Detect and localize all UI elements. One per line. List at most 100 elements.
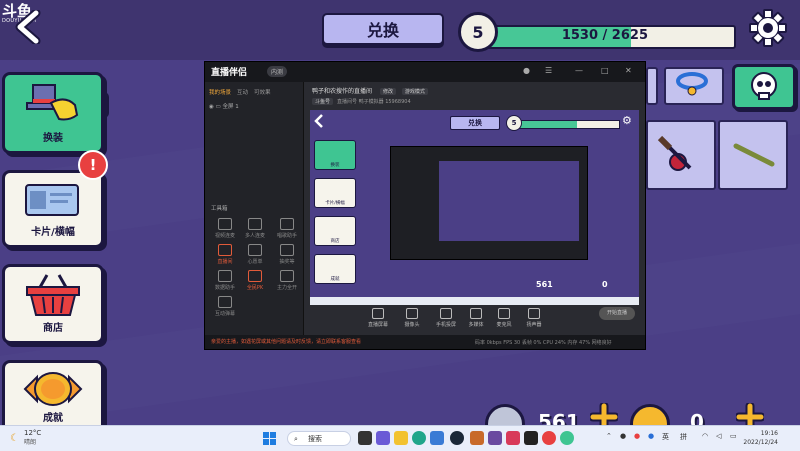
control-label: 摄像头 [404, 322, 420, 328]
game-app-icon[interactable] [470, 431, 484, 445]
top-hat-glove-icon [26, 84, 79, 121]
tool-item[interactable]: 主力全开 [273, 270, 301, 291]
stream-title-row: 鸭子和农搜作的直播间 修改 游戏模式 [312, 86, 432, 95]
tool-item[interactable]: 全民PK [241, 270, 269, 291]
tool-label: 多人连麦 [244, 233, 265, 239]
task-view-icon[interactable] [358, 431, 372, 445]
app-statusbar: 亲爱的主播，如遇花屏或其他问题请及时反馈，请立即联系客服查看 码率 0kbps … [205, 335, 645, 349]
collar-icon [676, 72, 708, 96]
clock-date: 2022/12/24 [743, 439, 778, 446]
windows-taskbar: ☾ 12°C 晴朗 ⌕ 搜索 ⌃ ● ● ● 英 拼 ◠ ◁ ▭ 19:16 2… [0, 425, 800, 451]
preview-silver-count: 561 [536, 280, 553, 289]
chat-icon[interactable] [376, 431, 390, 445]
search-label: 搜索 [308, 435, 322, 443]
tab-scenes[interactable]: 我的场景 [209, 88, 231, 96]
edge-icon[interactable] [412, 431, 426, 445]
exchange-button[interactable]: 兑换 [322, 13, 444, 45]
app-icon[interactable] [560, 431, 574, 445]
wifi-icon[interactable]: ◠ [702, 432, 708, 440]
tool-item[interactable]: 互动弹幕 [211, 296, 239, 317]
moon-icon: ☾ [10, 433, 19, 444]
tool-icon [280, 244, 294, 256]
back-arrow-icon [314, 114, 323, 128]
taskbar-clock[interactable]: 19:16 2022/12/24 [743, 429, 778, 447]
go-live-button[interactable]: 开始直播 [599, 307, 635, 320]
category-card-banner[interactable]: 卡片/横幅 [2, 170, 104, 248]
tab-interact[interactable]: 互动 [237, 88, 248, 96]
streaming-app-window: 直播伴侣 内测 ● ☰ — □ ✕ 我的场景 互动 可效果 ◉ ▭ 全屏 1 工… [204, 61, 646, 350]
item-slot[interactable] [664, 67, 724, 105]
knife-apple-icon [657, 135, 692, 171]
ime-indicator[interactable]: 英 [662, 432, 669, 442]
control-button[interactable]: 摄像头 [398, 308, 426, 328]
app-icon[interactable] [542, 431, 556, 445]
game-app-icon[interactable] [506, 431, 520, 445]
item-slot[interactable] [646, 67, 658, 105]
category-achievements[interactable]: 成就 [2, 360, 104, 434]
stream-meta: 斗鱼号 直播间号 鸭子模拟器 15968904 [312, 98, 411, 105]
steam-icon[interactable] [450, 431, 464, 445]
control-button[interactable]: 扬声器 [520, 308, 548, 328]
control-button[interactable]: 麦克风 [490, 308, 518, 328]
control-label: 手机投屏 [435, 322, 456, 328]
control-icon [498, 308, 510, 319]
volume-icon[interactable]: ◁ [716, 432, 721, 440]
gear-icon[interactable] [748, 8, 788, 48]
search-icon: ⌕ [294, 435, 298, 443]
tool-item[interactable]: 多人连麦 [241, 218, 269, 239]
tray-chevron-icon[interactable]: ⌃ [606, 432, 612, 440]
tray-app-icon[interactable]: ● [620, 432, 626, 440]
category-label: 卡片/横幅 [31, 227, 75, 238]
tool-label: 视频连麦 [214, 233, 235, 239]
avatar-icon[interactable]: ● [523, 66, 530, 75]
taskbar-search[interactable]: ⌕ 搜索 [287, 431, 351, 446]
preview-taskbar [310, 297, 639, 305]
scene-item[interactable]: ◉ ▭ 全屏 1 [209, 102, 239, 110]
control-label: 扬声器 [526, 322, 542, 328]
category-shop[interactable]: 商店 [2, 264, 104, 344]
tray-app-icon[interactable]: ● [634, 432, 640, 440]
minimize-icon[interactable]: — [575, 66, 583, 75]
game-app-icon[interactable] [488, 431, 502, 445]
app-sidebar: 我的场景 互动 可效果 ◉ ▭ 全屏 1 工具箱 视频连麦 多人连麦 唱歌助手直播间… [205, 82, 304, 335]
close-icon[interactable]: ✕ [625, 66, 632, 75]
control-icon [372, 308, 384, 319]
menu-icon[interactable]: ☰ [545, 66, 552, 75]
battery-icon[interactable]: ▭ [730, 432, 737, 440]
ime-mode-indicator[interactable]: 拼 [680, 432, 687, 442]
weather-widget[interactable]: ☾ 12°C 晴朗 [10, 429, 41, 446]
category-outfit[interactable]: 换装 [2, 72, 104, 154]
sidebar-tabs: 我的场景 互动 可效果 [209, 88, 271, 96]
mode-button[interactable]: 游戏模式 [401, 88, 428, 95]
tab-effects[interactable]: 可效果 [254, 88, 271, 96]
stick-icon [733, 143, 775, 167]
file-explorer-icon[interactable] [394, 431, 408, 445]
tool-item[interactable]: 心愿单 [241, 244, 269, 265]
tray-app-icon[interactable]: ● [648, 432, 654, 440]
tool-item[interactable]: 抽奖等 [273, 244, 301, 265]
item-slot[interactable] [718, 120, 788, 190]
skull-tab[interactable] [732, 64, 796, 110]
control-icon [528, 308, 540, 319]
control-row: 直播屏幕 摄像头 手机投屏 多媒体 麦克风 扬声器 [304, 306, 645, 335]
maximize-icon[interactable]: □ [601, 66, 609, 75]
control-label: 多媒体 [468, 322, 484, 328]
tool-icon [218, 218, 232, 230]
windows-start-icon[interactable] [263, 432, 276, 445]
back-arrow-icon[interactable] [14, 10, 44, 44]
control-button[interactable]: 直播屏幕 [364, 308, 392, 328]
edit-button[interactable]: 修改 [379, 88, 396, 95]
level-badge: 5 [458, 12, 498, 52]
item-slot[interactable] [646, 120, 716, 190]
tool-item[interactable]: 直播间 [211, 244, 239, 265]
status-warning: 亲爱的主播，如遇花屏或其他问题请及时反馈，请立即联系客服查看 [211, 339, 362, 345]
tool-label: 抽奖等 [279, 259, 295, 265]
tool-item[interactable]: 唱歌助手 [273, 218, 301, 239]
tool-item[interactable]: 视频连麦 [211, 218, 239, 239]
store-icon[interactable] [430, 431, 444, 445]
tool-item[interactable]: 数据助手 [211, 270, 239, 291]
tools-label: 工具箱 [211, 206, 228, 212]
control-button[interactable]: 多媒体 [462, 308, 490, 328]
streaming-app-icon[interactable] [524, 431, 538, 445]
control-button[interactable]: 手机投屏 [432, 308, 460, 328]
